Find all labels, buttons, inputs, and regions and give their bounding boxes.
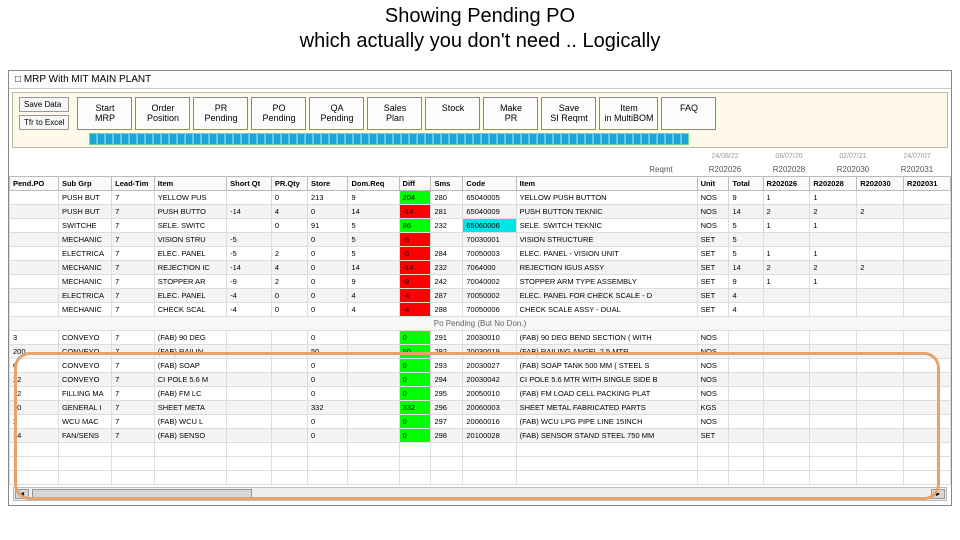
toolbar-button-pr-pending[interactable]: PRPending (193, 97, 248, 130)
col-code[interactable]: Code (463, 177, 516, 191)
col-r202030[interactable]: R202030 (857, 177, 904, 191)
table-row[interactable]: MECHANIC7REJECTION IC-144014-14232706400… (10, 261, 951, 275)
app-window: □ MRP With MIT MAIN PLANT Save Data Tfr … (8, 70, 952, 506)
col-r202031[interactable]: R202031 (904, 177, 951, 191)
toolbar-button-item-in-multibom[interactable]: Itemin MultiBOM (599, 97, 658, 130)
toolbar: Save Data Tfr to Excel StartMRPOrderPosi… (12, 92, 948, 148)
table-row[interactable]: MECHANIC7CHECK SCAL-4004-428870050006CHE… (10, 303, 951, 317)
section-divider: Po Pending (But No Don.) (10, 317, 951, 331)
toolbar-button-make-pr[interactable]: MakePR (483, 97, 538, 130)
toolbar-button-po-pending[interactable]: POPending (251, 97, 306, 130)
table-row[interactable]: MECHANIC7VISION STRU-505-570030001VISION… (10, 233, 951, 247)
slide-title: Showing Pending PO which actually you do… (0, 0, 960, 64)
data-table[interactable]: Pend.POSub GrpLead-TimItemShort QtPR.Qty… (9, 176, 951, 485)
window-titlebar: □ MRP With MIT MAIN PLANT (9, 71, 951, 89)
app-icon: □ (15, 74, 21, 85)
scroll-right-arrow[interactable]: ► (931, 489, 945, 499)
table-row[interactable]: 6CONVEYO7(FAB) SOAP0029320030027(FAB) SO… (10, 359, 951, 373)
col-item[interactable]: Item (154, 177, 226, 191)
col-dom-req[interactable]: Dom.Req (348, 177, 399, 191)
scroll-thumb[interactable] (32, 489, 252, 499)
col-total[interactable]: Total (729, 177, 763, 191)
save-data-button[interactable]: Save Data (19, 97, 69, 112)
col-sms[interactable]: Sms (431, 177, 463, 191)
table-row[interactable]: 200CONVEYO7(FAB) RAILIN505029220030019(F… (10, 345, 951, 359)
table-row-empty (10, 471, 951, 485)
table-row-empty (10, 457, 951, 471)
col-pr-qty[interactable]: PR.Qty (271, 177, 307, 191)
table-row[interactable]: ELECTRICA7ELEC. PANEL-4004-428770050002E… (10, 289, 951, 303)
table-row[interactable]: 12FILLING MA7(FAB) FM LC0029520050010(FA… (10, 387, 951, 401)
col-item[interactable]: Item (516, 177, 697, 191)
col-pend-po[interactable]: Pend.PO (10, 177, 59, 191)
col-store[interactable]: Store (308, 177, 348, 191)
table-row[interactable]: 22CONVEYO7CI POLE 5.6 M0029420030042CI P… (10, 373, 951, 387)
col-diff[interactable]: Diff (399, 177, 431, 191)
scroll-left-arrow[interactable]: ◄ (15, 489, 29, 499)
col-r202026[interactable]: R202026 (763, 177, 810, 191)
table-row[interactable]: PUSH BUT7PUSH BUTTO-144014-1428165040009… (10, 205, 951, 219)
col-unit[interactable]: Unit (697, 177, 729, 191)
toolbar-button-start-mrp[interactable]: StartMRP (77, 97, 132, 130)
table-row-empty (10, 443, 951, 457)
toolbar-button-sales-plan[interactable]: SalesPlan (367, 97, 422, 130)
table-header-row: Pend.POSub GrpLead-TimItemShort QtPR.Qty… (10, 177, 951, 191)
toolbar-button-faq[interactable]: FAQ (661, 97, 716, 130)
horizontal-scrollbar[interactable]: ◄ ► (13, 487, 947, 501)
req-dates: 24/08/2208/07/2002/07/2124/07/07 (9, 151, 951, 162)
toolbar-button-qa-pending[interactable]: QAPending (309, 97, 364, 130)
table-row[interactable]: 2WCU MAC7(FAB) WCU L0029720060016(FAB) W… (10, 415, 951, 429)
progress-bar (89, 133, 689, 145)
table-row[interactable]: 14FAN/SENS7(FAB) SENSO0029820100028(FAB)… (10, 429, 951, 443)
table-row[interactable]: 10GENERAL I7SHEET META33233229620060003S… (10, 401, 951, 415)
toolbar-button-save-si-reqmt[interactable]: SaveSI Reqmt (541, 97, 596, 130)
toolbar-button-order-position[interactable]: OrderPosition (135, 97, 190, 130)
req-labels: ReqmtR202026R202028R202030R202031 (9, 163, 951, 176)
tfr-excel-button[interactable]: Tfr to Excel (19, 115, 69, 130)
table-row[interactable]: 3CONVEYO7(FAB) 90 DEG0029120030010(FAB) … (10, 331, 951, 345)
col-r202028[interactable]: R202028 (810, 177, 857, 191)
col-sub-grp[interactable]: Sub Grp (58, 177, 111, 191)
table-row[interactable]: ELECTRICA7ELEC. PANEL-5205-528470050003E… (10, 247, 951, 261)
col-short-qt[interactable]: Short Qt (227, 177, 272, 191)
table-row[interactable]: SWITCHE7SELE. SWITC09158623265060006SELE… (10, 219, 951, 233)
col-lead-tim[interactable]: Lead-Tim (112, 177, 155, 191)
toolbar-button-stock[interactable]: Stock (425, 97, 480, 130)
table-row[interactable]: PUSH BUT7YELLOW PUS0213920428065040005YE… (10, 191, 951, 205)
table-row[interactable]: MECHANIC7STOPPER AR-9209-924270040002STO… (10, 275, 951, 289)
